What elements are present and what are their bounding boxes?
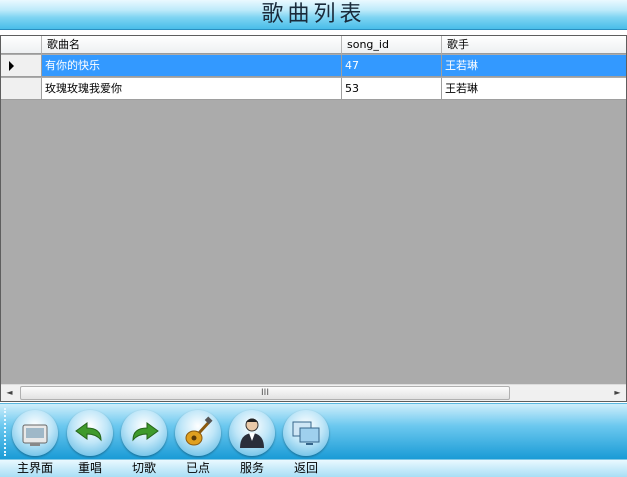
table-row[interactable]: 玫瑰玫瑰我爱你 53 王若琳 [1, 78, 626, 100]
row-selector[interactable] [1, 55, 42, 77]
cell-song-id[interactable]: 47 [342, 55, 442, 77]
horizontal-scrollbar[interactable]: ◄ III ► [1, 384, 626, 401]
next-song-button[interactable] [121, 410, 167, 456]
guitar-icon [185, 416, 213, 446]
current-row-arrow-icon [9, 61, 14, 71]
table-row[interactable]: 有你的快乐 47 王若琳 [1, 55, 626, 77]
scroll-thumb[interactable]: III [20, 386, 510, 400]
title-bar: 歌曲列表 [0, 0, 627, 30]
column-header-song-name[interactable]: 歌曲名 [42, 36, 342, 54]
window-title: 歌曲列表 [261, 2, 366, 27]
replay-label[interactable]: 重唱 [65, 460, 115, 477]
home-label[interactable]: 主界面 [10, 460, 60, 477]
song-grid[interactable]: 歌曲名 song_id 歌手 有你的快乐 47 王若琳 玫瑰玫瑰我爱你 53 王… [0, 35, 627, 402]
service-button[interactable] [229, 410, 275, 456]
column-header-singer[interactable]: 歌手 [442, 36, 626, 54]
cell-song-name[interactable]: 有你的快乐 [42, 55, 342, 77]
toolbar-label-bar: 主界面 重唱 切歌 已点 服务 返回 [0, 459, 627, 477]
selected-songs-label[interactable]: 已点 [173, 460, 223, 477]
row-header-corner [1, 36, 42, 54]
cell-song-name[interactable]: 玫瑰玫瑰我爱你 [42, 78, 342, 100]
grid-header: 歌曲名 song_id 歌手 [1, 36, 626, 54]
row-selector[interactable] [1, 78, 42, 100]
next-song-arrow-icon [132, 422, 159, 442]
back-label[interactable]: 返回 [281, 460, 331, 477]
column-header-song-id[interactable]: song_id [342, 36, 442, 54]
toolbar [0, 403, 627, 459]
selected-songs-button[interactable] [175, 410, 221, 456]
back-button[interactable] [283, 410, 329, 456]
back-monitors-icon [292, 421, 320, 445]
scroll-left-button[interactable]: ◄ [1, 385, 18, 401]
scroll-right-button[interactable]: ► [609, 385, 626, 401]
cell-singer[interactable]: 王若琳 [442, 78, 626, 100]
home-button[interactable] [12, 410, 58, 456]
service-label[interactable]: 服务 [227, 460, 277, 477]
cell-song-id[interactable]: 53 [342, 78, 442, 100]
home-icon [22, 424, 48, 446]
cell-singer[interactable]: 王若琳 [442, 55, 626, 77]
toolbar-grip [4, 408, 8, 456]
replay-button[interactable] [67, 410, 113, 456]
next-song-label[interactable]: 切歌 [119, 460, 169, 477]
replay-arrow-icon [75, 422, 102, 442]
waiter-icon [240, 418, 264, 448]
